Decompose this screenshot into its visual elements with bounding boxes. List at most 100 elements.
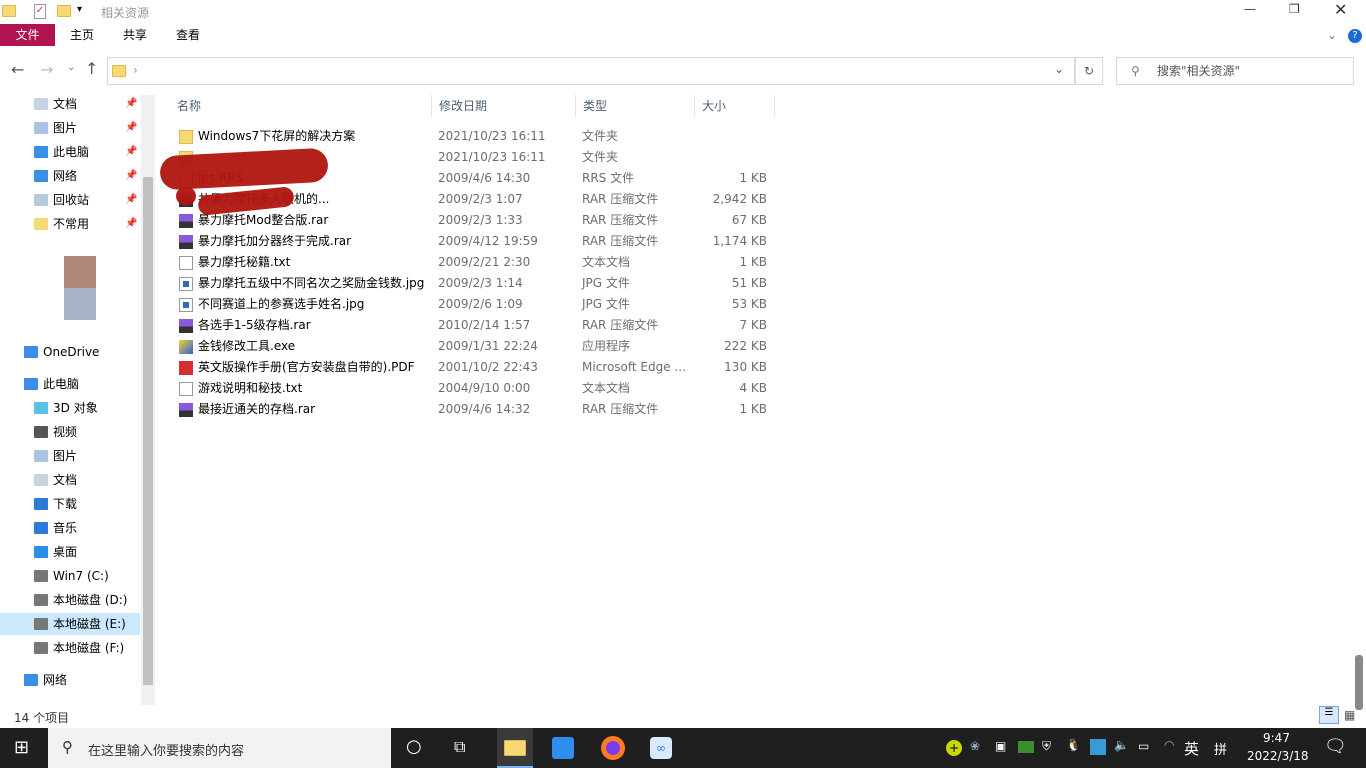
pin-icon[interactable]: 📌 <box>125 117 137 139</box>
file-name: 暴力摩托秘籍.txt <box>198 255 291 269</box>
tray-app-icon[interactable] <box>1090 739 1106 755</box>
recycle-bin-icon <box>34 194 48 206</box>
tab-view[interactable]: 查看 <box>176 24 200 46</box>
file-row[interactable]: 暴力摩托五级中不同名次之奖励金钱数.jpg 2009/2/3 1:14 JPG … <box>170 273 775 294</box>
sidebar-item[interactable]: 本地磁盘 (F:) <box>0 637 140 659</box>
pin-icon[interactable]: 📌 <box>125 93 137 115</box>
tab-file[interactable]: 文件 <box>0 24 55 46</box>
start-button[interactable]: ⊞ <box>14 737 29 758</box>
volume-icon[interactable]: 🔈 <box>1114 738 1129 752</box>
task-view-icon[interactable]: ⧉ <box>454 737 465 757</box>
sidebar-scrollbar[interactable] <box>141 95 155 705</box>
main-scrollbar[interactable] <box>1355 655 1363 710</box>
quick-access-dropdown-icon[interactable]: ▾ <box>77 4 82 15</box>
cortana-icon[interactable]: ○ <box>406 736 422 757</box>
file-type: RAR 压缩文件 <box>582 402 659 416</box>
details-view-button[interactable]: ☰ <box>1319 706 1339 724</box>
pin-icon[interactable]: 📌 <box>125 141 137 163</box>
clock-date[interactable]: 2022/3/18 <box>1247 749 1309 763</box>
recent-dropdown-icon[interactable]: ⌄ <box>67 62 75 73</box>
tray-window-icon[interactable]: ▣ <box>995 739 1006 753</box>
sidebar-item[interactable]: 不常用 📌 <box>0 213 140 235</box>
firefox-icon[interactable] <box>601 736 625 760</box>
sidebar-item[interactable]: 图片 <box>0 445 140 467</box>
forward-button[interactable]: → <box>40 60 53 79</box>
scrollbar-thumb[interactable] <box>143 177 153 685</box>
file-date: 2009/2/3 1:33 <box>438 213 523 227</box>
sidebar-item[interactable]: 文档 📌 <box>0 93 140 115</box>
baidu-netdisk-icon[interactable]: ∞ <box>650 737 672 759</box>
help-icon[interactable]: ? <box>1348 29 1362 43</box>
large-icons-view-button[interactable]: ▦ <box>1344 708 1355 722</box>
nvidia-icon[interactable] <box>1018 741 1034 753</box>
sidebar-item[interactable]: 视频 <box>0 421 140 443</box>
minimize-button[interactable]: — <box>1244 2 1256 16</box>
column-size[interactable]: 大小 <box>695 95 775 117</box>
taskbar-search[interactable]: ⚲ 在这里输入你要搜索的内容 <box>48 728 391 768</box>
netdisk-tray-icon[interactable]: ❀ <box>970 739 980 753</box>
sidebar-item[interactable]: 3D 对象 <box>0 397 140 419</box>
file-date: 2009/4/6 14:32 <box>438 402 531 416</box>
pin-icon[interactable]: 📌 <box>125 165 137 187</box>
sidebar-item[interactable]: 网络 <box>0 669 140 691</box>
ime-mode[interactable]: 拼 <box>1214 739 1227 758</box>
sidebar-item[interactable]: 图片 📌 <box>0 117 140 139</box>
sidebar-item[interactable]: Win7 (C:) <box>0 565 140 587</box>
file-name: 不同赛道上的参赛选手姓名.jpg <box>198 297 365 311</box>
close-button[interactable]: ✕ <box>1334 0 1347 19</box>
file-name: 暴力摩托五级中不同名次之奖励金钱数.jpg <box>198 276 425 290</box>
new-folder-icon[interactable] <box>57 5 71 17</box>
column-type[interactable]: 类型 <box>576 95 695 117</box>
properties-icon[interactable]: ✓ <box>34 4 46 19</box>
file-size: 4 KB <box>739 381 767 395</box>
clock-time[interactable]: 9:47 <box>1263 731 1290 745</box>
file-row[interactable]: 金钱修改工具.exe 2009/1/31 22:24 应用程序 222 KB <box>170 336 775 357</box>
file-row[interactable]: 暴力摩托秘籍.txt 2009/2/21 2:30 文本文档 1 KB <box>170 252 775 273</box>
security-warning-icon[interactable]: ⛨ <box>1042 739 1051 754</box>
file-row[interactable]: Windows7下花屏的解决方案 2021/10/23 16:11 文件夹 <box>170 126 775 147</box>
wifi-icon[interactable]: ◠ <box>1164 738 1174 752</box>
sidebar-item[interactable]: 本地磁盘 (D:) <box>0 589 140 611</box>
ime-language[interactable]: 英 <box>1184 738 1199 759</box>
maximize-button[interactable]: ❐ <box>1289 2 1300 16</box>
address-bar[interactable]: › ⌄ <box>107 57 1075 85</box>
sidebar-item[interactable]: 回收站 📌 <box>0 189 140 211</box>
battery-icon[interactable]: ▭ <box>1138 739 1149 753</box>
file-row[interactable]: 不同赛道上的参赛选手姓名.jpg 2009/2/6 1:09 JPG 文件 53… <box>170 294 775 315</box>
qq-icon[interactable]: 🐧 <box>1066 738 1081 752</box>
360-icon[interactable]: + <box>946 740 962 756</box>
address-dropdown-icon[interactable]: ⌄ <box>1054 62 1064 76</box>
sidebar-item[interactable]: 文档 <box>0 469 140 491</box>
file-explorer-taskbar-button[interactable] <box>497 728 533 768</box>
file-row[interactable]: 英文版操作手册(官方安装盘自带的).PDF 2001/10/2 22:43 Mi… <box>170 357 775 378</box>
sidebar-item[interactable]: 桌面 <box>0 541 140 563</box>
tab-home[interactable]: 主页 <box>70 24 94 46</box>
pin-icon[interactable]: 📌 <box>125 213 137 235</box>
file-size: 130 KB <box>724 360 767 374</box>
action-center-icon[interactable]: 🗨 <box>1324 736 1347 757</box>
feishu-app-icon[interactable] <box>552 737 574 759</box>
column-date[interactable]: 修改日期 <box>432 95 576 117</box>
file-row[interactable]: 最接近通关的存档.rar 2009/4/6 14:32 RAR 压缩文件 1 K… <box>170 399 775 420</box>
sidebar-item[interactable]: 下载 <box>0 493 140 515</box>
file-row[interactable]: 暴力摩托Mod整合版.rar 2009/2/3 1:33 RAR 压缩文件 67… <box>170 210 775 231</box>
folder-file-icon <box>179 130 193 144</box>
expand-ribbon-icon[interactable]: ⌄ <box>1327 28 1337 42</box>
file-row[interactable]: 游戏说明和秘技.txt 2004/9/10 0:00 文本文档 4 KB <box>170 378 775 399</box>
sidebar-item[interactable]: 网络 📌 <box>0 165 140 187</box>
refresh-button[interactable]: ↻ <box>1075 57 1103 85</box>
sidebar-item[interactable]: 音乐 <box>0 517 140 539</box>
window-title: 相关资源 <box>101 6 150 20</box>
back-button[interactable]: ← <box>11 60 24 79</box>
search-input[interactable]: ⚲ 搜索"相关资源" <box>1116 57 1354 85</box>
sidebar-item[interactable]: OneDrive <box>0 341 140 363</box>
sidebar-item[interactable]: 此电脑 📌 <box>0 141 140 163</box>
column-name[interactable]: 名称 <box>170 95 432 117</box>
up-button[interactable]: ↑ <box>85 59 98 78</box>
file-row[interactable]: 各选手1-5级存档.rar 2010/2/14 1:57 RAR 压缩文件 7 … <box>170 315 775 336</box>
tab-share[interactable]: 共享 <box>123 24 147 46</box>
sidebar-item[interactable]: 此电脑 <box>0 373 140 395</box>
pin-icon[interactable]: 📌 <box>125 189 137 211</box>
sidebar-item[interactable]: 本地磁盘 (E:) <box>0 613 140 635</box>
file-row[interactable]: 暴力摩托加分器终于完成.rar 2009/4/12 19:59 RAR 压缩文件… <box>170 231 775 252</box>
